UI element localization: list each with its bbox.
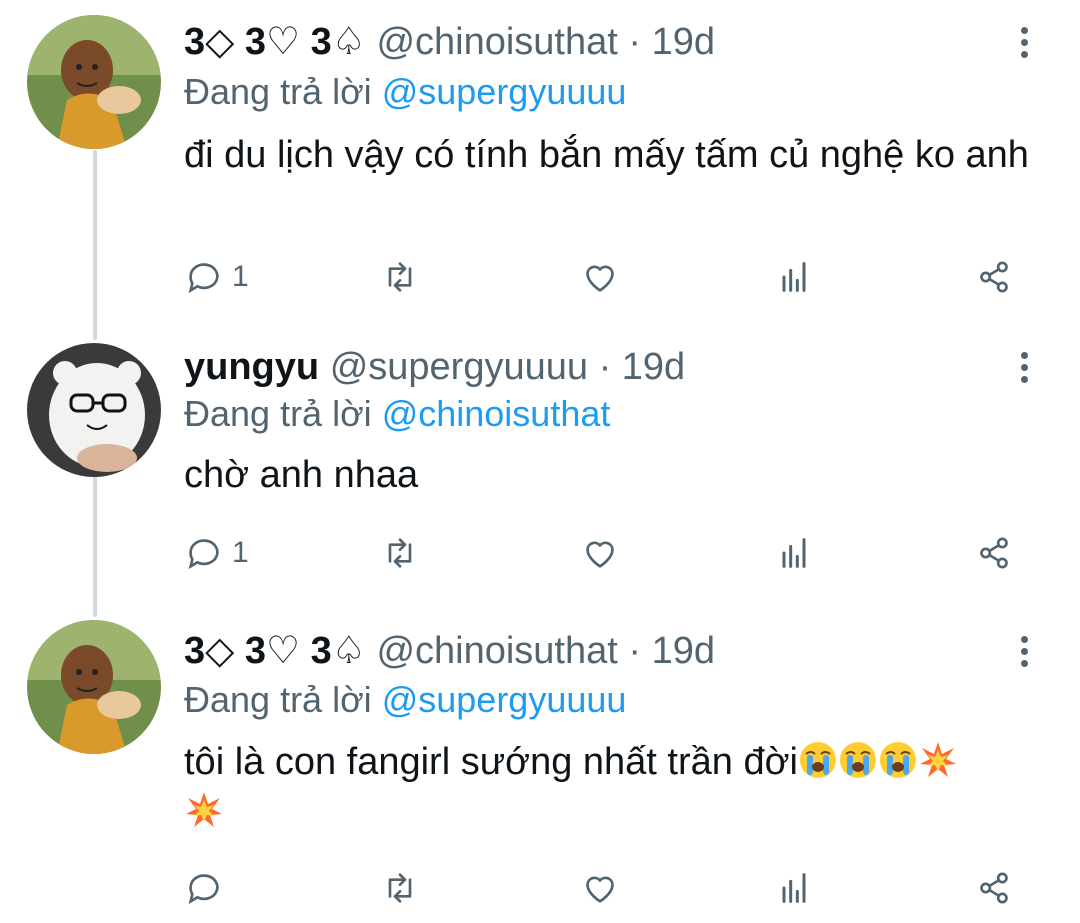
separator-dot: · <box>628 21 642 63</box>
display-name[interactable]: 3◇ 3♡ 3♤ <box>184 630 366 672</box>
share-icon <box>980 872 1008 904</box>
mention-link[interactable]: @chinoisuthat <box>382 393 611 434</box>
display-name[interactable]: 3◇ 3♡ 3♤ <box>184 21 366 63</box>
more-options-button[interactable] <box>1010 629 1038 673</box>
replying-to: Đang trả lời @supergyuuuu <box>184 70 626 114</box>
share-icon <box>980 261 1008 293</box>
mention-link[interactable]: @supergyuuuu <box>382 71 627 112</box>
analytics-button[interactable] <box>774 863 814 913</box>
reply-button[interactable]: 1 <box>184 252 249 302</box>
retweet-icon <box>388 262 412 292</box>
analytics-button[interactable] <box>774 252 814 302</box>
tweet-text: đi du lịch vậy có tính bắn mấy tấm củ ng… <box>184 134 1029 176</box>
loudly-crying-face-icon <box>799 742 836 778</box>
separator-dot: · <box>598 346 612 388</box>
analytics-icon <box>782 873 806 903</box>
collision-icon <box>186 792 222 827</box>
action-bar <box>184 863 1044 913</box>
collision-icon <box>919 742 956 777</box>
share-button[interactable] <box>974 863 1014 913</box>
heart-icon <box>586 541 614 568</box>
timestamp[interactable]: 19d <box>652 21 715 63</box>
share-icon <box>980 537 1008 569</box>
reply-button[interactable] <box>184 863 232 913</box>
heart-icon <box>586 265 614 292</box>
reply-button[interactable]: 1 <box>184 528 249 578</box>
tweet-text-content: tôi là con fangirl sướng nhất trần đời <box>184 741 798 783</box>
replying-to-label: Đang trả lời <box>184 393 372 434</box>
user-handle[interactable]: @chinoisuthat <box>376 630 617 672</box>
monk-avatar-image <box>27 620 161 754</box>
more-vertical-icon <box>1020 635 1028 643</box>
tweet[interactable]: 3◇ 3♡ 3♤ @chinoisuthat · 19d Đang trả lờ… <box>0 620 1080 923</box>
share-button[interactable] <box>974 528 1014 578</box>
retweet-icon <box>388 538 412 568</box>
avatar[interactable] <box>27 620 161 754</box>
user-handle[interactable]: @chinoisuthat <box>376 21 617 63</box>
replying-to: Đang trả lời @supergyuuuu <box>184 678 626 722</box>
mention-link[interactable]: @supergyuuuu <box>382 679 627 720</box>
comment-icon <box>188 539 219 570</box>
reply-count: 1 <box>232 260 249 293</box>
retweet-icon <box>388 873 412 903</box>
user-handle[interactable]: @supergyuuuu <box>330 346 588 388</box>
retweet-button[interactable] <box>380 528 420 578</box>
action-bar: 1 <box>184 252 1044 302</box>
timestamp[interactable]: 19d <box>622 346 685 388</box>
reply-count: 1 <box>232 536 249 569</box>
analytics-button[interactable] <box>774 528 814 578</box>
loudly-crying-face-icon <box>879 742 916 778</box>
replying-to-label: Đang trả lời <box>184 679 372 720</box>
more-options-button[interactable] <box>1010 20 1038 64</box>
tweet-header: 3◇ 3♡ 3♤ @chinoisuthat · 19d <box>184 20 715 64</box>
tweet-text: tôi là con fangirl sướng nhất trần đời <box>184 737 1044 837</box>
like-button[interactable] <box>580 863 620 913</box>
more-vertical-icon <box>1020 26 1028 34</box>
more-vertical-icon <box>1020 351 1028 359</box>
monk-avatar-image <box>27 15 161 149</box>
tweet-text: chờ anh nhaa <box>184 454 419 496</box>
avatar[interactable] <box>27 343 161 477</box>
like-button[interactable] <box>580 252 620 302</box>
replying-to-label: Đang trả lời <box>184 71 372 112</box>
retweet-button[interactable] <box>380 252 420 302</box>
more-options-button[interactable] <box>1010 345 1038 389</box>
share-button[interactable] <box>974 252 1014 302</box>
tweet-header: 3◇ 3♡ 3♤ @chinoisuthat · 19d <box>184 629 715 673</box>
bear-plush-avatar-image <box>27 343 161 477</box>
heart-icon <box>586 876 614 903</box>
action-bar: 1 <box>184 528 1044 578</box>
comment-icon <box>188 874 219 905</box>
tweet[interactable]: 3◇ 3♡ 3♤ @chinoisuthat · 19d Đang trả lờ… <box>0 0 1080 330</box>
loudly-crying-face-icon <box>839 742 876 778</box>
replying-to: Đang trả lời @chinoisuthat <box>184 392 610 436</box>
analytics-icon <box>782 262 806 292</box>
separator-dot: · <box>628 630 642 672</box>
timestamp[interactable]: 19d <box>652 630 715 672</box>
analytics-icon <box>782 538 806 568</box>
display-name[interactable]: yungyu <box>184 346 319 388</box>
comment-icon <box>188 263 219 294</box>
retweet-button[interactable] <box>380 863 420 913</box>
like-button[interactable] <box>580 528 620 578</box>
tweet[interactable]: yungyu @supergyuuuu · 19d Đang trả lời @… <box>0 330 1080 620</box>
avatar[interactable] <box>27 15 161 149</box>
tweet-header: yungyu @supergyuuuu · 19d <box>184 345 685 389</box>
